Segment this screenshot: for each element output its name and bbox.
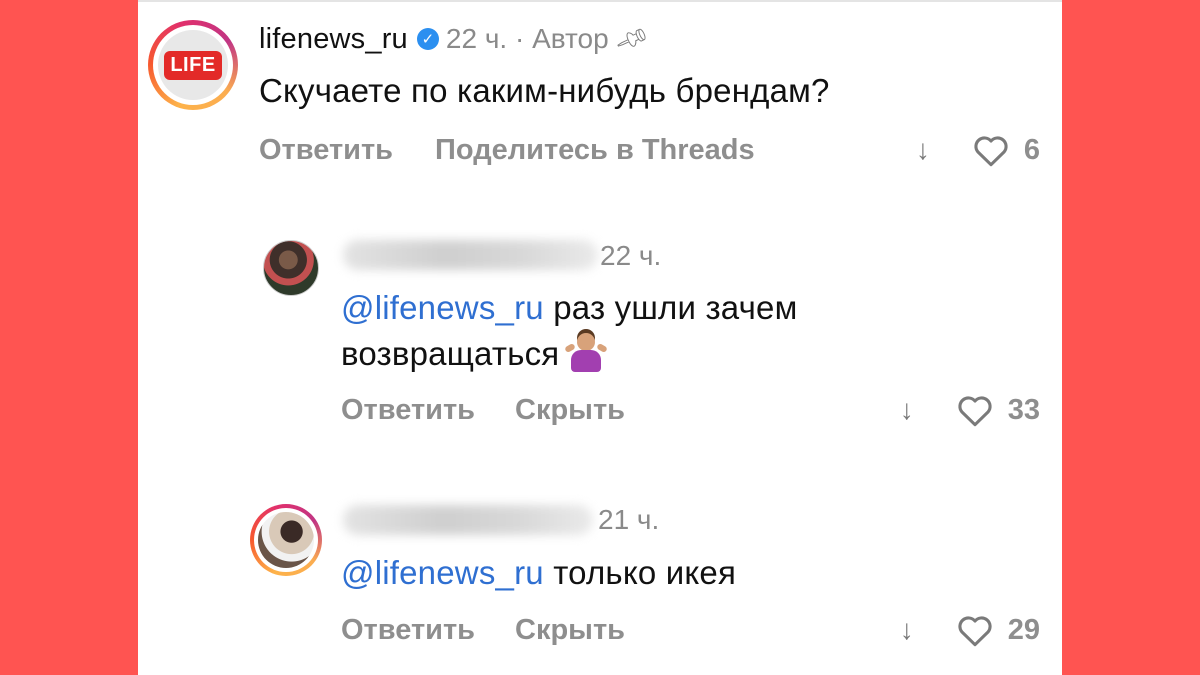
hide-button[interactable]: Скрыть	[515, 394, 625, 427]
reply-button[interactable]: Ответить	[341, 614, 475, 647]
like-area: ↓ 33	[900, 390, 1040, 430]
comment-item: LIFE lifenews_ru ✓ 22 ч. · Автор 📌︎ Скуч…	[138, 0, 1062, 200]
timestamp: 22 ч.	[445, 23, 508, 54]
avatar[interactable]	[263, 240, 319, 296]
comment-text-body: только икея	[553, 554, 737, 591]
avatar[interactable]: LIFE	[148, 20, 238, 110]
blurred-username	[343, 505, 593, 535]
comment-actions: Ответить Скрыть	[341, 610, 625, 650]
heart-icon[interactable]	[956, 613, 994, 647]
person-shrugging-emoji	[564, 331, 609, 373]
arrow-down-icon[interactable]: ↓	[916, 134, 930, 166]
like-area: ↓ 29	[900, 610, 1040, 650]
comment-actions: Ответить Поделитесь в Threads	[259, 130, 755, 170]
comment-header: lifenews_ru ✓ 22 ч. · Автор 📌︎	[259, 17, 651, 61]
blurred-username	[343, 240, 598, 270]
comment-text: Скучаете по каким-нибудь брендам?	[259, 72, 830, 109]
heart-icon[interactable]	[972, 133, 1010, 167]
verified-badge-icon: ✓	[416, 28, 439, 50]
comments-panel: LIFE lifenews_ru ✓ 22 ч. · Автор 📌︎ Скуч…	[138, 0, 1062, 675]
comment-item: 22 ч. @lifenews_ru раз ушли зачем возвра…	[138, 225, 1062, 445]
like-count: 6	[1023, 133, 1040, 166]
arrow-down-icon[interactable]: ↓	[900, 614, 914, 646]
arrow-down-icon[interactable]: ↓	[900, 394, 914, 426]
comment-text-line2: возвращаться	[341, 335, 560, 372]
author-label: Автор	[532, 23, 609, 54]
pin-icon: 📌︎	[612, 21, 651, 57]
comment-item: 21 ч. @lifenews_ru только икея Ответить …	[138, 490, 1062, 675]
avatar[interactable]	[250, 504, 322, 576]
hide-button[interactable]: Скрыть	[515, 614, 625, 647]
life-logo: LIFE	[164, 50, 222, 80]
username[interactable]: lifenews_ru	[259, 23, 408, 56]
comment-text: @lifenews_ru раз ушли зачем возвращаться	[341, 285, 941, 377]
comment-text-line1: раз ушли зачем	[553, 289, 798, 326]
mention-link[interactable]: @lifenews_ru	[341, 289, 544, 326]
timestamp: 22 ч.	[600, 240, 662, 271]
comment-text: @lifenews_ru только икея	[341, 550, 736, 596]
reply-button[interactable]: Ответить	[259, 134, 393, 167]
like-count: 29	[1007, 613, 1040, 646]
timestamp: 21 ч.	[598, 504, 660, 535]
separator: ·	[514, 23, 525, 54]
heart-icon[interactable]	[956, 393, 994, 427]
reply-button[interactable]: Ответить	[341, 394, 475, 427]
like-area: ↓ 6	[916, 130, 1040, 170]
mention-link[interactable]: @lifenews_ru	[341, 554, 544, 591]
share-threads-button[interactable]: Поделитесь в Threads	[435, 134, 755, 167]
like-count: 33	[1007, 393, 1040, 426]
comment-actions: Ответить Скрыть	[341, 390, 625, 430]
